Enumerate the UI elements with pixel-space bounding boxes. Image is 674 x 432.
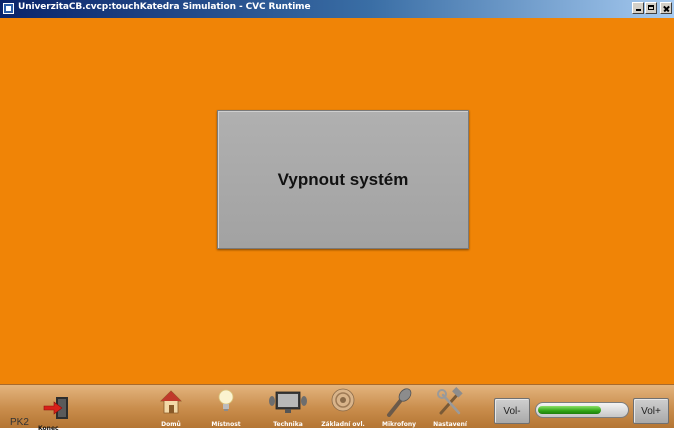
nav-settings-label: Nastavení: [433, 421, 467, 428]
nav-microphones-label: Mikrofony: [381, 421, 416, 428]
exit-label: Konec: [38, 425, 59, 432]
disc-icon: [331, 388, 355, 412]
nav-settings[interactable]: Nastavení: [428, 387, 472, 429]
volume-slider[interactable]: [535, 402, 629, 418]
maximize-button[interactable]: [645, 2, 657, 14]
window-title: UniverzitaCB.cvcp:touchKatedra Simulatio…: [18, 2, 311, 12]
panel-id-label: PK2: [10, 417, 29, 428]
tools-icon: [437, 387, 463, 415]
lightbulb-icon: [218, 389, 234, 411]
window-controls: [632, 2, 672, 16]
nav-microphones[interactable]: Mikrofony: [374, 387, 424, 429]
nav-room-label: Místnost: [211, 421, 241, 428]
minimize-button[interactable]: [632, 2, 644, 14]
nav-home[interactable]: Domů: [152, 387, 190, 429]
nav-room[interactable]: Místnost: [204, 387, 248, 429]
title-bar[interactable]: UniverzitaCB.cvcp:touchKatedra Simulatio…: [0, 0, 674, 18]
nav-technics-label: Technika: [273, 421, 303, 428]
monitor-icon: [269, 391, 307, 413]
microphone-icon: [387, 388, 412, 417]
volume-up-button[interactable]: Vol+: [633, 398, 669, 424]
nav-basic-controls-label: Základní ovl.: [321, 421, 365, 428]
exit-button[interactable]: Konec: [34, 391, 82, 432]
nav-home-label: Domů: [161, 421, 181, 428]
app-icon[interactable]: [3, 3, 14, 14]
volume-down-button[interactable]: Vol-: [494, 398, 530, 424]
nav-technics[interactable]: Technika: [262, 387, 314, 429]
bottom-toolbar: PK2 Konec Domů Místnost Technika Základn…: [0, 384, 674, 432]
exit-door-icon: [43, 397, 68, 419]
main-panel: Vypnout systém: [0, 18, 674, 384]
home-icon: [160, 390, 182, 414]
nav-basic-controls[interactable]: Základní ovl.: [314, 387, 372, 429]
volume-level-fill: [538, 406, 602, 414]
shutdown-button[interactable]: Vypnout systém: [217, 110, 469, 249]
close-button[interactable]: [660, 2, 672, 14]
